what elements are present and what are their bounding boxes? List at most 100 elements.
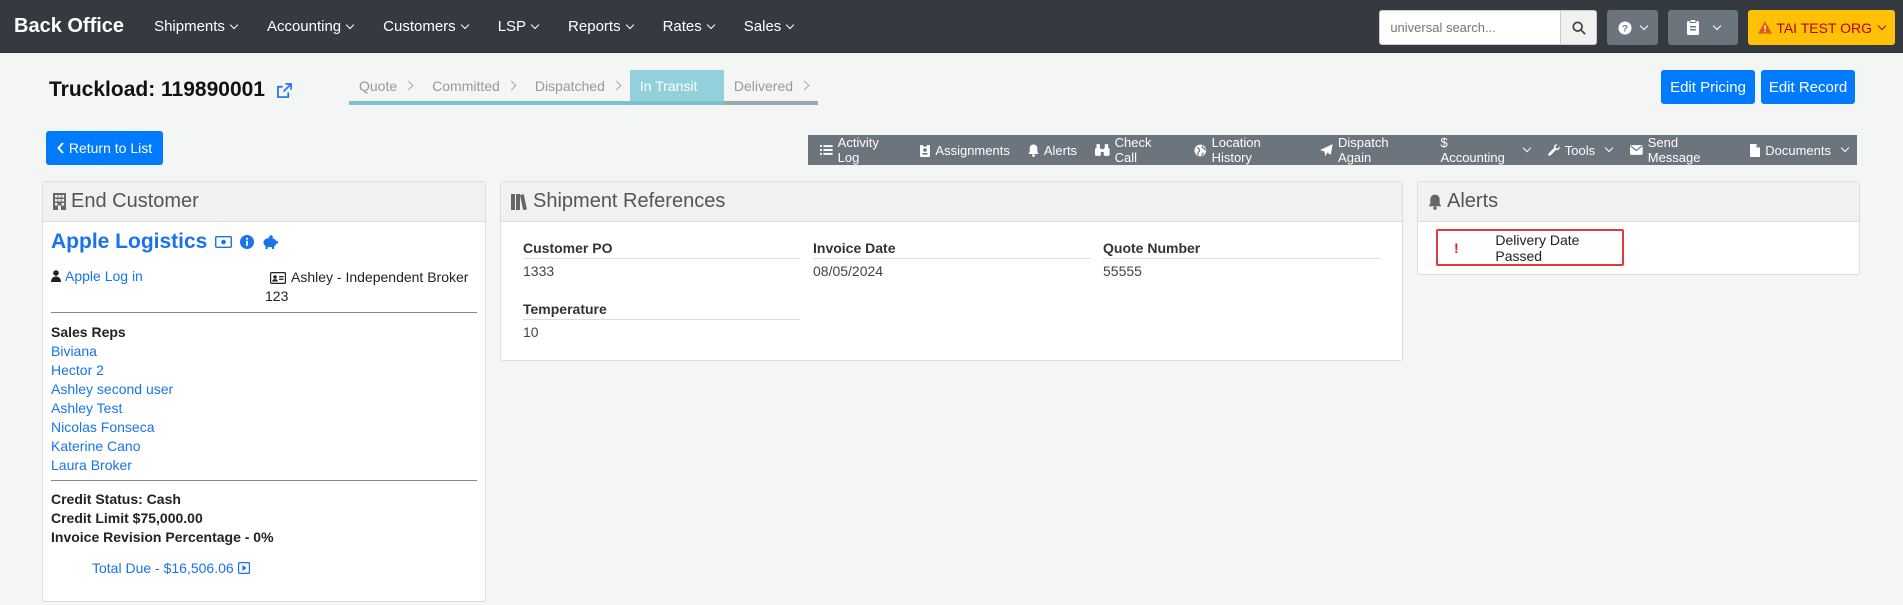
wrench-icon xyxy=(1547,144,1560,156)
chevron-down-icon xyxy=(1640,21,1649,30)
chevron-right-icon xyxy=(799,80,810,91)
alerts-card: Alerts ! Delivery Date Passed xyxy=(1417,181,1860,275)
ref-quote-number: Quote Number 55555 xyxy=(1103,240,1380,279)
nav-shipments[interactable]: Shipments xyxy=(154,18,239,35)
total-due-row[interactable]: Total Due - $16,506.06 xyxy=(92,560,250,576)
nav-rates[interactable]: Rates xyxy=(663,18,716,35)
nav-lsp[interactable]: LSP xyxy=(498,18,540,35)
step-label: Dispatched xyxy=(534,77,605,94)
universal-search-input[interactable] xyxy=(1379,10,1562,45)
paper-plane-icon xyxy=(1320,143,1334,156)
id-badge-icon xyxy=(920,143,931,157)
alerts-button[interactable]: Alerts xyxy=(1019,135,1086,165)
end-customer-header: End Customer xyxy=(43,182,485,222)
nav-label: Sales xyxy=(743,18,782,35)
bell-icon xyxy=(1028,144,1039,157)
step-label: In Transit xyxy=(639,77,698,94)
sales-rep-link[interactable]: Ashley Test xyxy=(51,399,173,418)
assignments-button[interactable]: Assignments xyxy=(911,135,1018,165)
tools-menu-button[interactable]: Tools xyxy=(1539,135,1621,165)
sales-rep-link[interactable]: Ashley second user xyxy=(51,380,173,399)
tool-label: Location History xyxy=(1211,135,1261,165)
dispatch-again-button[interactable]: Dispatch Again xyxy=(1311,135,1431,165)
warning-icon xyxy=(1758,21,1773,34)
chevron-down-icon xyxy=(625,20,634,29)
nav-label: Accounting xyxy=(266,18,342,35)
accounting-menu-button[interactable]: $ Accounting xyxy=(1432,135,1539,165)
send-message-button[interactable]: Send Message xyxy=(1621,135,1741,165)
books-icon xyxy=(511,194,527,210)
globe-icon xyxy=(1194,144,1207,156)
broker-name: Ashley - Independent Broker xyxy=(291,269,469,285)
list-icon xyxy=(820,145,833,155)
chevron-down-icon xyxy=(706,20,716,29)
tool-label: Alerts xyxy=(1043,142,1078,158)
chevron-down-icon xyxy=(1877,21,1887,30)
ref-label: Customer PO xyxy=(523,240,800,259)
customer-login-link[interactable]: Apple Log in xyxy=(65,268,143,284)
money-bill-icon[interactable] xyxy=(215,236,233,248)
info-circle-icon[interactable] xyxy=(240,235,255,249)
page-title-text: Truckload: 119890001 xyxy=(49,78,265,101)
chevron-down-icon xyxy=(786,20,795,29)
search-icon xyxy=(1572,20,1586,35)
chevron-down-icon xyxy=(1604,143,1614,153)
sales-rep-link[interactable]: Hector 2 xyxy=(51,361,173,380)
sales-rep-link[interactable]: Laura Broker xyxy=(51,456,173,475)
tool-label: Assignments xyxy=(935,142,1010,158)
alert-item[interactable]: ! Delivery Date Passed xyxy=(1436,229,1624,266)
organization-menu-button[interactable]: TAI TEST ORG xyxy=(1748,10,1895,45)
step-label: Committed xyxy=(432,77,500,94)
caret-square-right-icon[interactable] xyxy=(237,562,250,574)
external-link-icon[interactable] xyxy=(277,82,292,98)
tool-label: Dispatch Again xyxy=(1338,135,1389,165)
chevron-down-icon xyxy=(345,20,355,29)
ref-value: 55555 xyxy=(1103,263,1142,279)
nav-accounting[interactable]: Accounting xyxy=(266,18,355,35)
location-history-button[interactable]: Location History xyxy=(1185,135,1311,165)
nav-customers[interactable]: Customers xyxy=(383,18,469,35)
nav-label: Reports xyxy=(568,18,621,35)
clipboard-menu-button[interactable] xyxy=(1668,10,1739,45)
step-committed: Committed xyxy=(422,70,525,105)
alerts-header: Alerts xyxy=(1418,182,1859,222)
file-icon xyxy=(1750,143,1761,157)
help-menu-button[interactable]: ? xyxy=(1607,10,1659,45)
binoculars-icon xyxy=(1095,144,1110,156)
piggy-bank-icon[interactable] xyxy=(262,235,279,249)
sales-reps-label: Sales Reps xyxy=(51,324,126,340)
activity-log-button[interactable]: Activity Log xyxy=(811,135,911,165)
divider xyxy=(51,480,477,481)
customer-name-row: Apple Logistics xyxy=(51,230,279,254)
tool-label: Activity Log xyxy=(837,135,879,165)
divider xyxy=(51,312,477,313)
nav-reports[interactable]: Reports xyxy=(568,18,634,35)
id-card-icon xyxy=(270,271,286,284)
edit-record-button[interactable]: Edit Record xyxy=(1761,70,1855,104)
chevron-down-icon xyxy=(460,20,469,29)
customer-name-link[interactable]: Apple Logistics xyxy=(51,230,207,254)
credit-limit: Credit Limit $75,000.00 xyxy=(51,510,203,526)
ref-invoice-date: Invoice Date 08/05/2024 xyxy=(813,240,1090,279)
svg-text:?: ? xyxy=(1622,23,1628,34)
brand-logo[interactable]: Back Office xyxy=(14,15,124,38)
total-due-link[interactable]: Total Due - $16,506.06 xyxy=(92,560,234,576)
sales-rep-link[interactable]: Katerine Cano xyxy=(51,437,173,456)
top-navbar: Back Office Shipments Accounting Custome… xyxy=(0,0,1903,53)
check-call-button[interactable]: Check Call xyxy=(1086,135,1185,165)
documents-menu-button[interactable]: Documents xyxy=(1741,135,1857,165)
tool-label: Documents xyxy=(1765,142,1831,158)
sales-rep-link[interactable]: Nicolas Fonseca xyxy=(51,418,173,437)
broker-info: Ashley - Independent Broker 123 xyxy=(265,268,469,306)
return-label: Return to List xyxy=(68,140,153,156)
sales-rep-link[interactable]: Biviana xyxy=(51,342,173,361)
ref-temperature: Temperature 10 xyxy=(523,301,800,340)
return-to-list-button[interactable]: Return to List xyxy=(46,131,163,165)
edit-pricing-button[interactable]: Edit Pricing xyxy=(1661,70,1755,104)
exclamation-icon: ! xyxy=(1454,239,1459,256)
nav-sales[interactable]: Sales xyxy=(743,18,795,35)
ref-label: Quote Number xyxy=(1103,240,1380,259)
search-button[interactable] xyxy=(1561,10,1598,45)
ref-value: 1333 xyxy=(523,263,555,279)
chevron-down-icon xyxy=(1840,143,1850,153)
